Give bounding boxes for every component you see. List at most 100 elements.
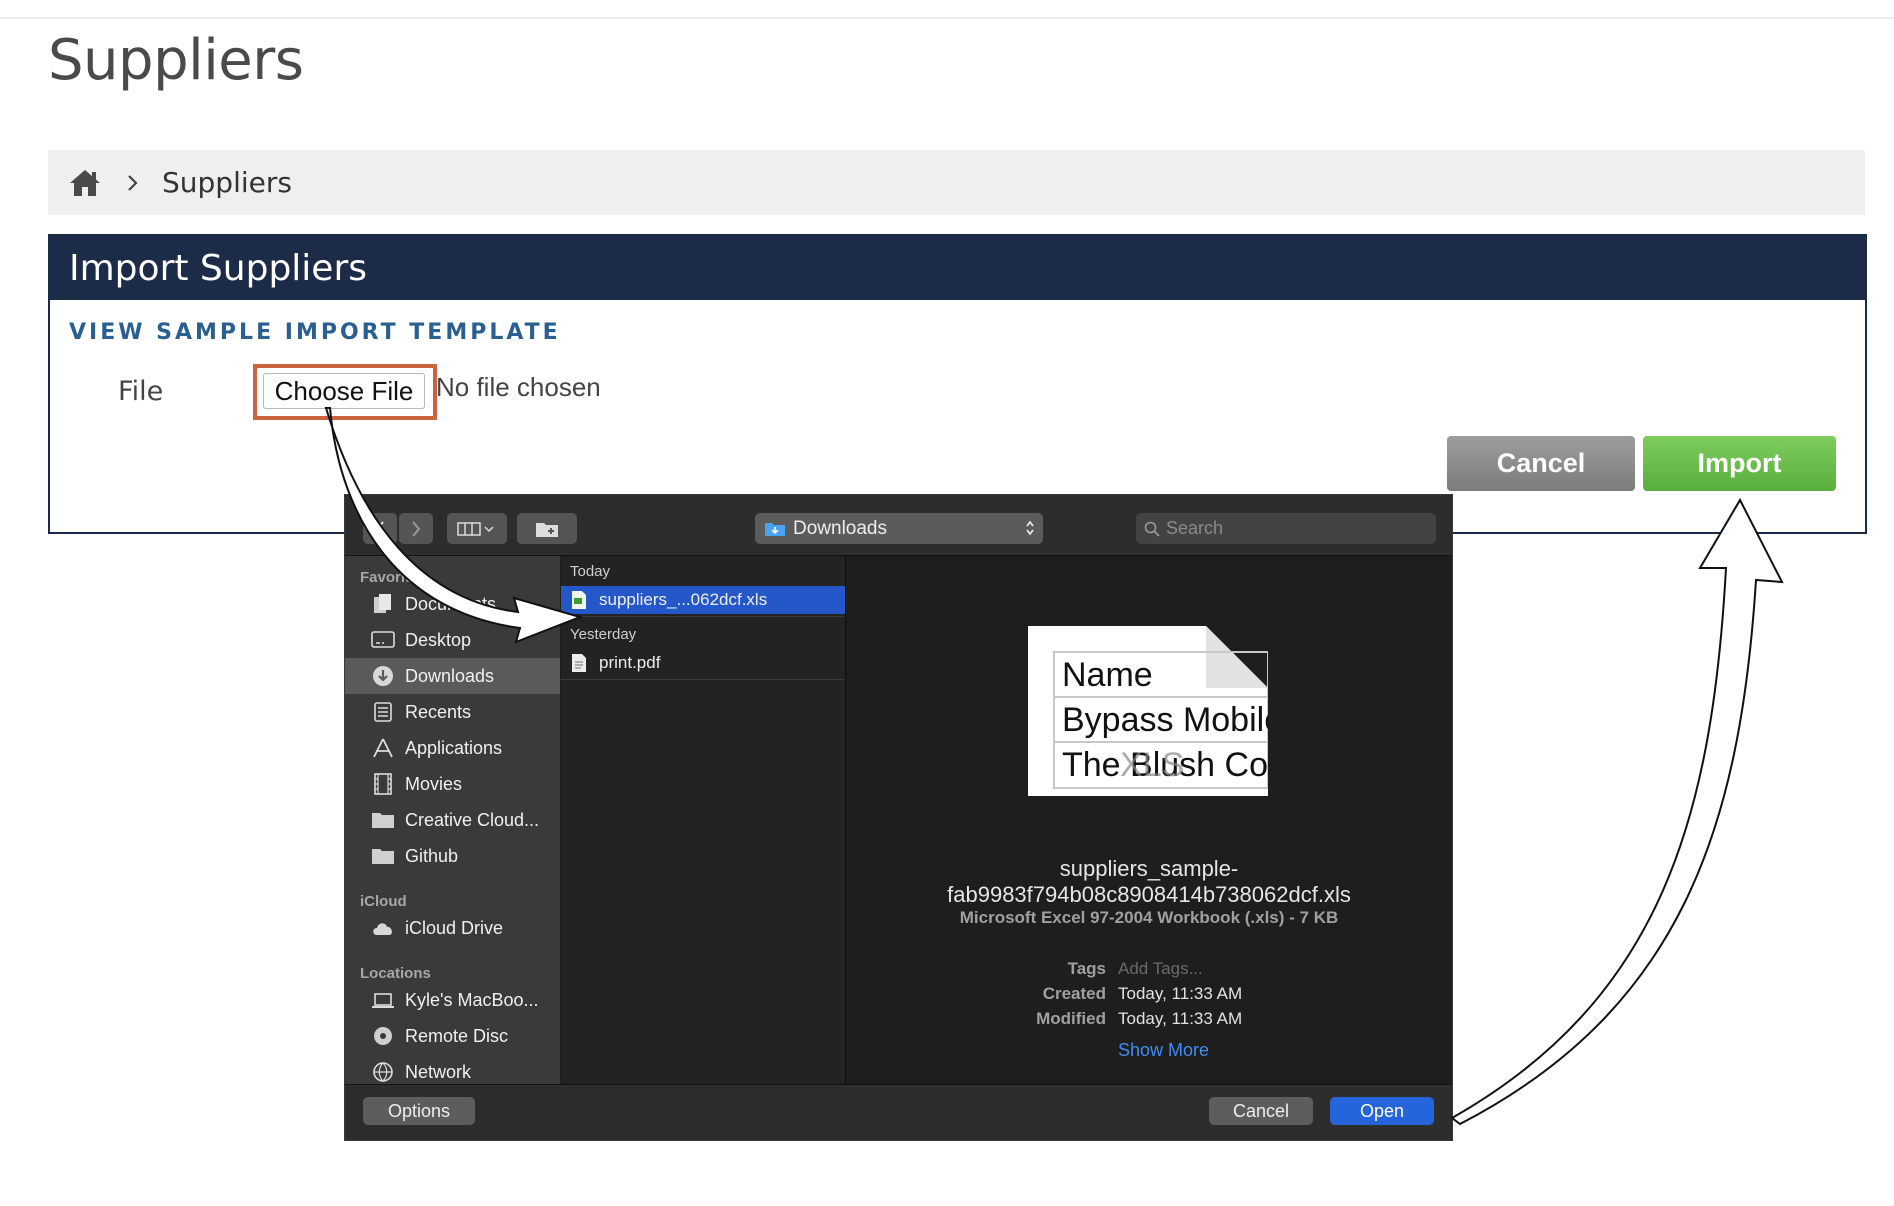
file-list-column: Today suppliers_...062dcf.xls Yesterday … <box>561 556 846 1084</box>
dialog-toolbar: Downloads Search <box>345 495 1452 556</box>
sidebar-item-documents[interactable]: Documents <box>345 586 560 622</box>
created-value: Today, 11:33 AM <box>1118 984 1243 1003</box>
disc-icon <box>374 1027 392 1045</box>
back-button[interactable] <box>363 513 397 544</box>
group-label-yesterday: Yesterday <box>570 625 637 643</box>
breadcrumb-current: Suppliers <box>162 166 292 199</box>
file-label: File <box>118 376 164 407</box>
favorites-heading: Favorites <box>360 569 427 586</box>
home-icon[interactable] <box>68 168 102 198</box>
dialog-bottom-bar: Options Cancel Open <box>345 1084 1452 1140</box>
sidebar-item-label: Applications <box>405 737 503 758</box>
file-open-dialog: Downloads Search Favorites Documents Des… <box>344 494 1453 1141</box>
preview-file-name-line1: suppliers_sample- <box>1059 856 1239 881</box>
sidebar-item-label: Remote Disc <box>405 1025 509 1046</box>
options-button[interactable]: Options <box>363 1097 475 1125</box>
created-label: Created <box>1042 984 1106 1003</box>
sidebar-item-label: Network <box>405 1061 472 1082</box>
downloads-icon <box>373 666 393 686</box>
show-more-link[interactable]: Show More <box>1118 1040 1209 1061</box>
search-placeholder: Search <box>1166 518 1224 538</box>
laptop-icon <box>372 993 394 1008</box>
file-status: No file chosen <box>436 372 601 402</box>
sidebar-item-macbook[interactable]: Kyle's MacBoo... <box>345 982 560 1018</box>
search-icon <box>1144 521 1160 537</box>
sidebar-item-label: Recents <box>405 701 472 722</box>
file-preview: Name Bypass Mobile The Blush Com XLS sup… <box>846 556 1452 1084</box>
columns-view-icon <box>457 521 494 536</box>
sidebar-item-creative-cloud[interactable]: Creative Cloud... <box>345 802 560 838</box>
cloud-icon <box>373 923 392 935</box>
thumb-badge: XLS <box>1120 746 1184 784</box>
new-folder-button[interactable] <box>517 513 577 544</box>
view-mode-button[interactable] <box>447 513 507 544</box>
sidebar-item-label: Creative Cloud... <box>405 809 540 830</box>
breadcrumb: Suppliers <box>48 150 1865 215</box>
xls-preview-thumbnail: Name Bypass Mobile The Blush Com XLS <box>1028 626 1268 796</box>
top-divider <box>0 17 1894 19</box>
folder-icon <box>372 813 394 828</box>
sidebar-item-downloads[interactable]: Downloads <box>345 658 560 694</box>
sidebar-item-movies[interactable]: Movies <box>345 766 560 802</box>
cancel-button[interactable]: Cancel <box>1447 436 1635 491</box>
dialog-sidebar: Favorites Documents Desktop Downloads Re… <box>345 556 560 1084</box>
sidebar-item-label: Downloads <box>405 665 495 686</box>
thumb-row: Bypass Mobile <box>1062 701 1268 739</box>
import-panel: Import Suppliers VIEW SAMPLE IMPORT TEMP… <box>48 234 1867 534</box>
file-name: suppliers_...062dcf.xls <box>599 590 768 609</box>
sidebar-item-applications[interactable]: Applications <box>345 730 560 766</box>
preview-file-name-line2: fab9983f794b08c8908414b738062dcf.xls <box>947 882 1351 907</box>
pdf-file-icon <box>572 654 586 672</box>
downloads-folder-icon <box>765 523 785 536</box>
desktop-icon <box>371 631 395 648</box>
choose-file-highlight: Choose File <box>253 364 437 420</box>
sidebar-item-network[interactable]: Network <box>345 1054 560 1084</box>
recents-icon <box>374 702 392 722</box>
sidebar-item-icloud-drive[interactable]: iCloud Drive <box>345 910 560 946</box>
icloud-heading: iCloud <box>360 893 407 910</box>
forward-button[interactable] <box>399 513 433 544</box>
dialog-open-button[interactable]: Open <box>1330 1097 1434 1125</box>
xls-file-icon <box>572 591 586 609</box>
sidebar-item-remote-disc[interactable]: Remote Disc <box>345 1018 560 1054</box>
sidebar-item-desktop[interactable]: Desktop <box>345 622 560 658</box>
sidebar-item-github[interactable]: Github <box>345 838 560 874</box>
group-label-today: Today <box>570 562 611 580</box>
choose-file-button[interactable]: Choose File <box>263 373 425 409</box>
modified-label: Modified <box>1036 1009 1106 1028</box>
import-button[interactable]: Import <box>1643 436 1836 491</box>
tags-label: Tags <box>1067 959 1106 978</box>
dialog-cancel-button[interactable]: Cancel <box>1209 1097 1313 1125</box>
panel-title: Import Suppliers <box>50 236 1865 300</box>
sidebar-item-label: Desktop <box>405 629 472 650</box>
tags-input[interactable]: Add Tags... <box>1118 959 1203 979</box>
new-folder-icon <box>536 522 558 537</box>
movies-icon <box>374 773 392 795</box>
search-field[interactable]: Search <box>1136 513 1436 544</box>
file-row-suppliers-xls[interactable]: suppliers_...062dcf.xls <box>561 586 845 614</box>
sidebar-item-label: Documents <box>405 593 497 614</box>
sidebar-item-label: Kyle's MacBoo... <box>405 989 539 1010</box>
sidebar-item-label: iCloud Drive <box>405 917 504 938</box>
chevron-right-icon <box>412 520 421 537</box>
sidebar-item-label: Movies <box>405 773 463 794</box>
page-title: Suppliers <box>48 28 304 93</box>
view-sample-template-link[interactable]: VIEW SAMPLE IMPORT TEMPLATE <box>69 320 561 345</box>
documents-icon <box>374 594 391 613</box>
network-icon <box>373 1062 393 1082</box>
applications-icon <box>373 738 393 758</box>
location-dropdown[interactable]: Downloads <box>755 513 1043 544</box>
folder-icon <box>372 849 394 864</box>
sidebar-item-recents[interactable]: Recents <box>345 694 560 730</box>
arrow-to-import <box>1450 497 1784 1126</box>
chevron-right-icon <box>128 174 138 191</box>
modified-value: Today, 11:33 AM <box>1118 1009 1243 1028</box>
chevron-left-icon <box>375 520 384 537</box>
locations-heading: Locations <box>360 965 431 982</box>
divider <box>561 616 845 617</box>
thumb-row: Name <box>1062 656 1153 694</box>
file-name: print.pdf <box>599 653 661 672</box>
updown-icon <box>1026 520 1034 536</box>
file-row-print-pdf[interactable]: print.pdf <box>561 649 845 677</box>
location-label: Downloads <box>793 517 887 539</box>
